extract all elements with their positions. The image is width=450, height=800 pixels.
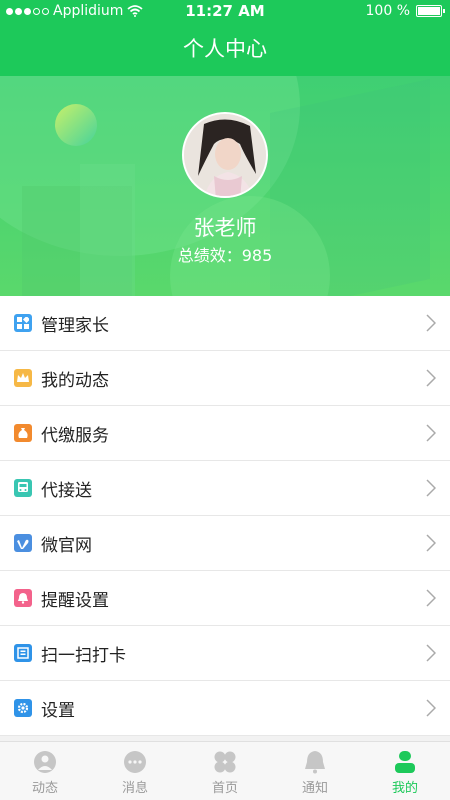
tab-me[interactable]: 我的	[360, 742, 450, 800]
chevron-right-icon	[426, 534, 436, 552]
tab-label: 消息	[121, 781, 148, 796]
battery-icon	[416, 5, 445, 17]
menu-item-label: 管理家长	[41, 315, 109, 336]
menu-item-micro-site[interactable]: 微官网	[0, 516, 450, 571]
menu-item-reminder-settings[interactable]: 提醒设置	[0, 571, 450, 626]
scan-icon	[14, 644, 32, 662]
menu-item-label: 代缴服务	[41, 425, 109, 446]
tab-feed[interactable]: 动态	[0, 742, 90, 800]
tab-label: 首页	[211, 781, 238, 796]
menu-item-label: 微官网	[41, 535, 92, 556]
battery-percent: 100 %	[365, 3, 410, 19]
avatar-photo	[184, 114, 266, 196]
tab-messages[interactable]: 消息	[90, 742, 180, 800]
tab-label: 我的	[391, 781, 418, 796]
tab-notifications[interactable]: 通知	[270, 742, 360, 800]
vimeo-icon	[14, 534, 32, 552]
background-decoration	[55, 104, 97, 146]
tab-label: 通知	[301, 781, 328, 796]
menu-item-settings[interactable]: 设置	[0, 681, 450, 736]
person-icon	[395, 751, 415, 773]
page-title: 个人中心	[183, 37, 267, 61]
total-score: 总绩效：985	[177, 246, 273, 265]
chevron-right-icon	[426, 479, 436, 497]
menu-item-scan-checkin[interactable]: 扫一扫打卡	[0, 626, 450, 681]
teacher-name: 张老师	[193, 216, 257, 240]
profile-header: 张老师 总绩效：985	[0, 76, 450, 296]
tab-home[interactable]: 首页	[180, 742, 270, 800]
menu-item-label: 提醒设置	[41, 590, 109, 611]
tab-bar: 动态 消息 首页 通知 我的	[0, 741, 450, 800]
menu-item-pickup[interactable]: 代接送	[0, 461, 450, 516]
menu-item-label: 我的动态	[41, 370, 109, 391]
menu-item-payment-service[interactable]: 代缴服务	[0, 406, 450, 461]
user-heart-icon	[34, 751, 56, 773]
bell-icon	[305, 751, 325, 774]
chevron-right-icon	[426, 369, 436, 387]
clover-icon	[214, 751, 236, 773]
bell-icon	[14, 589, 32, 607]
menu-item-label: 设置	[41, 700, 75, 721]
bus-icon	[14, 479, 32, 497]
chevron-right-icon	[426, 314, 436, 332]
avatar[interactable]	[182, 112, 268, 198]
tab-label: 动态	[31, 781, 58, 796]
menu-item-label: 扫一扫打卡	[41, 645, 126, 666]
status-bar: Applidium 11:27 AM 100 %	[0, 0, 450, 22]
chevron-right-icon	[426, 644, 436, 662]
crown-icon	[14, 369, 32, 387]
chevron-right-icon	[426, 424, 436, 442]
menu-item-manage-parents[interactable]: 管理家长	[0, 296, 450, 351]
money-bag-icon	[14, 424, 32, 442]
menu-list: 管理家长 我的动态 代缴服务 代接送 微官网 提醒设置 扫一扫打卡 设置	[0, 296, 450, 736]
chevron-right-icon	[426, 589, 436, 607]
chevron-right-icon	[426, 699, 436, 717]
menu-item-my-posts[interactable]: 我的动态	[0, 351, 450, 406]
gear-icon	[14, 699, 32, 717]
chat-icon	[124, 751, 146, 773]
nav-bar: 个人中心	[0, 22, 450, 76]
grid-icon	[14, 314, 32, 332]
menu-item-label: 代接送	[41, 480, 92, 501]
